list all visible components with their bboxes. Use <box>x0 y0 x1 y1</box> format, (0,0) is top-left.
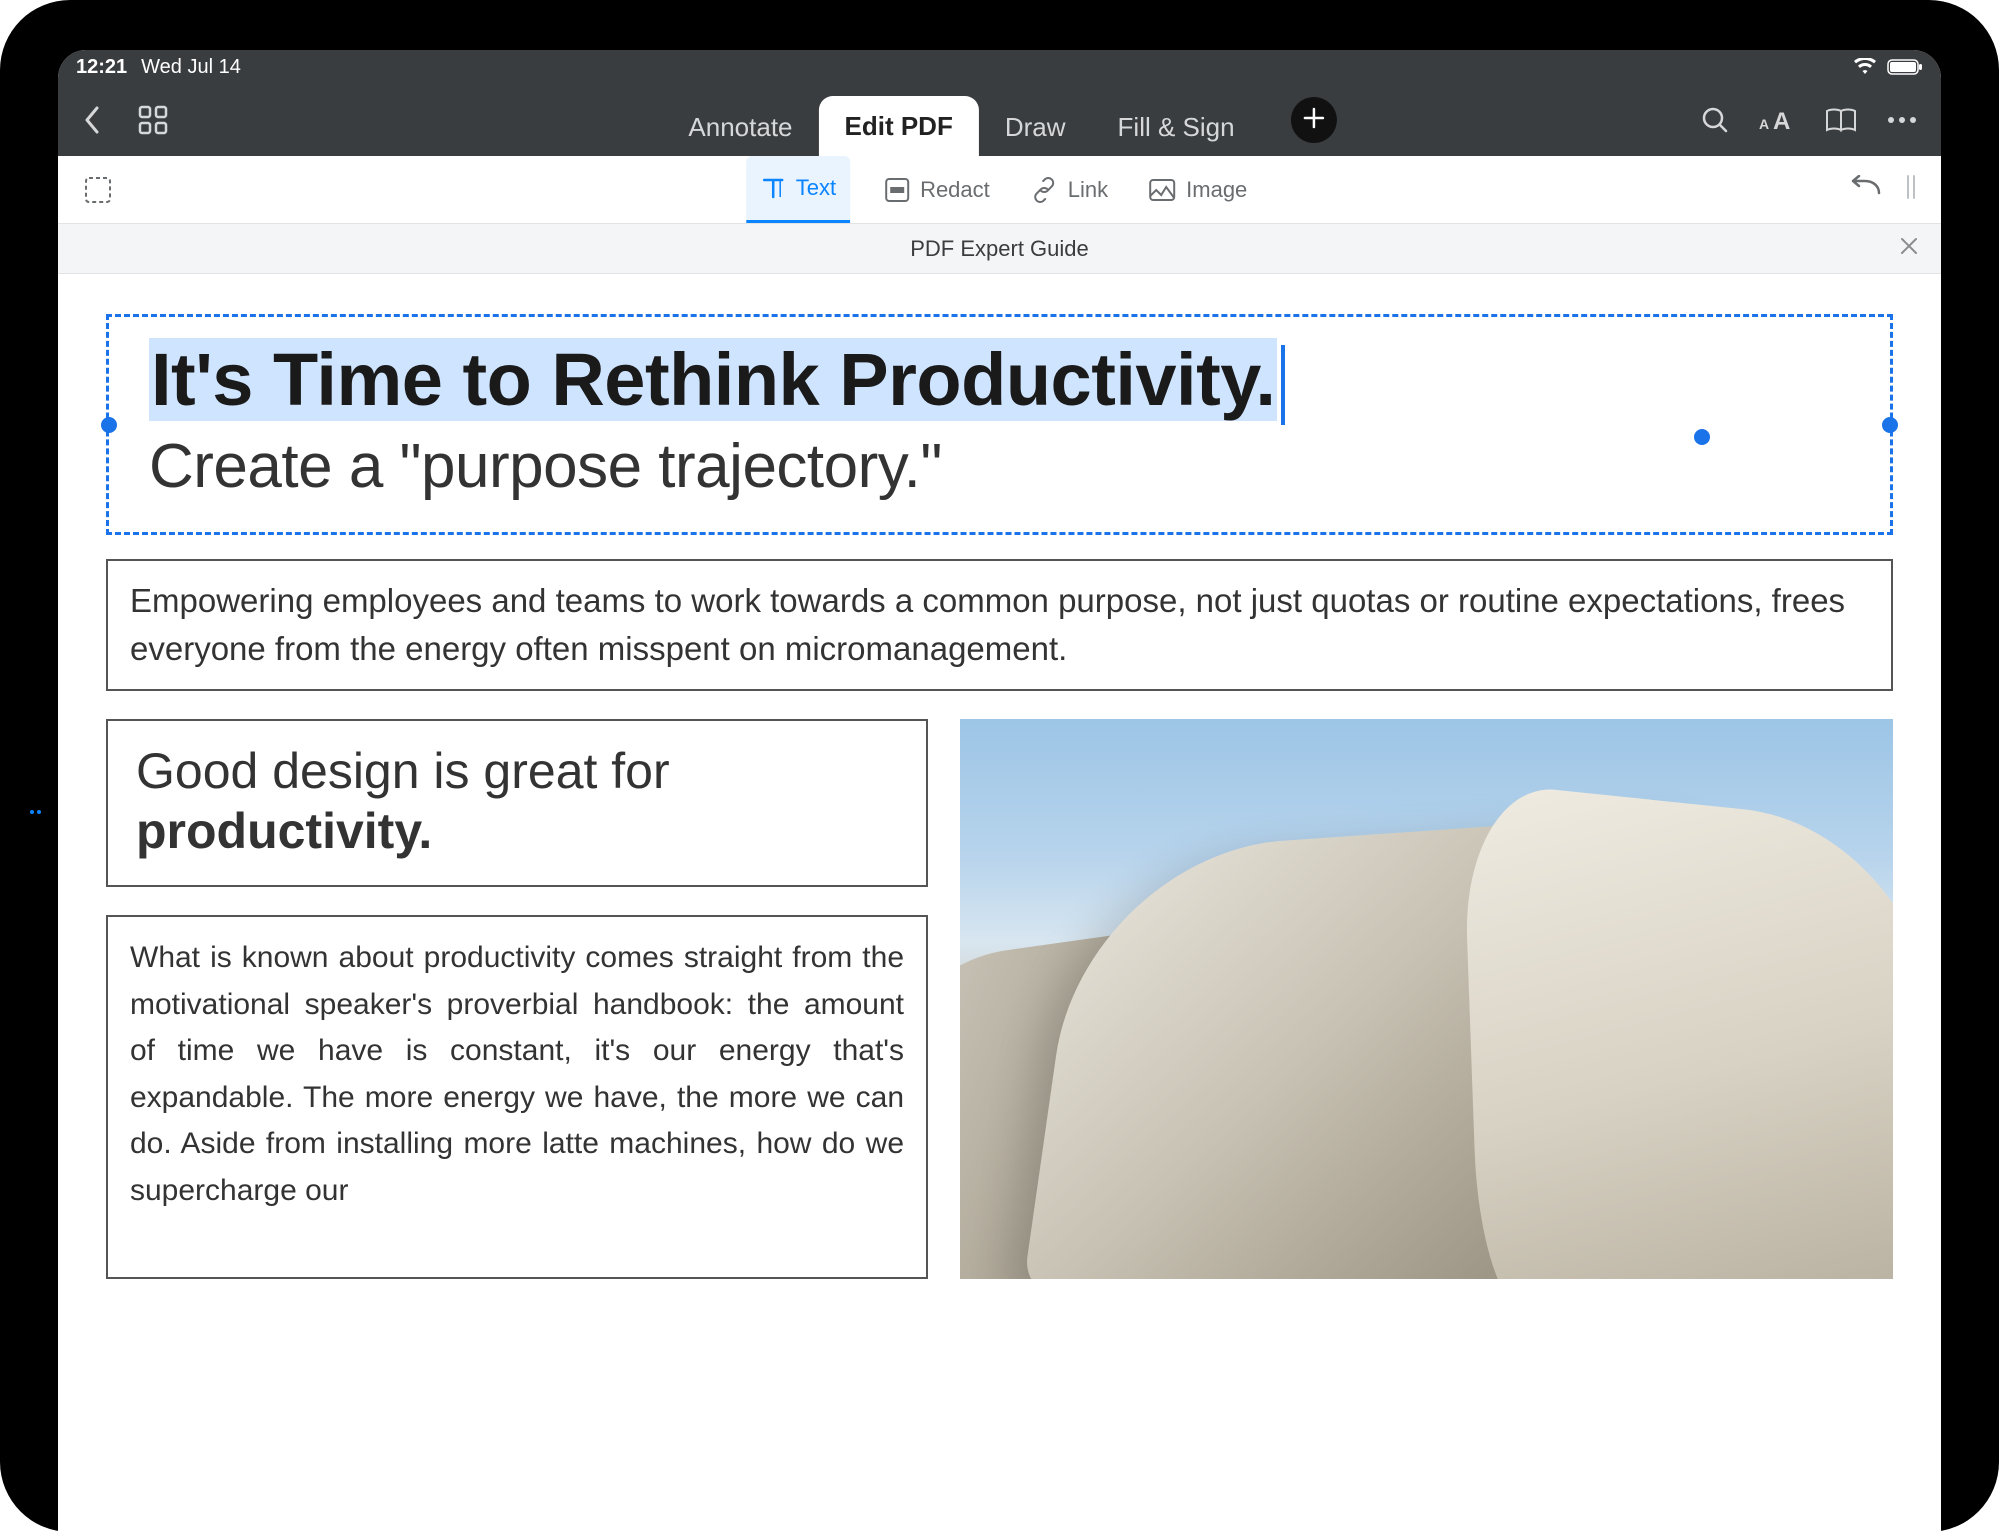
tool-redact[interactable]: Redact <box>878 156 996 223</box>
tab-label: Draw <box>1005 112 1066 143</box>
document-title: PDF Expert Guide <box>910 236 1089 262</box>
selection-handle[interactable] <box>1882 417 1898 433</box>
body-paragraph-box[interactable]: What is known about productivity comes s… <box>106 915 928 1279</box>
plus-icon <box>1303 103 1325 137</box>
svg-text:A: A <box>1759 116 1769 132</box>
selection-handle[interactable] <box>1694 429 1710 445</box>
top-toolbar: Annotate Edit PDF Draw Fill & Sign <box>58 84 1941 156</box>
book-icon[interactable] <box>1825 107 1857 133</box>
tab-label: Edit PDF <box>845 111 953 142</box>
status-date: Wed Jul 14 <box>141 56 241 79</box>
intro-paragraph: Empowering employees and teams to work t… <box>130 577 1869 673</box>
design-heading-prefix: Good design is great for <box>136 743 670 799</box>
design-heading-box[interactable]: Good design is great for productivity. <box>106 719 928 887</box>
article-image[interactable] <box>960 719 1893 1279</box>
selection-handle[interactable] <box>101 417 117 433</box>
divider-handle-icon[interactable] <box>1905 174 1917 205</box>
more-icon[interactable] <box>1887 116 1917 124</box>
tab-fill-sign[interactable]: Fill & Sign <box>1092 98 1261 156</box>
grid-icon[interactable] <box>138 105 168 135</box>
add-tab-button[interactable] <box>1291 97 1337 143</box>
text-tool-icon <box>760 175 786 201</box>
tab-draw[interactable]: Draw <box>979 98 1092 156</box>
tab-edit-pdf[interactable]: Edit PDF <box>819 96 979 156</box>
link-tool-icon <box>1030 177 1058 203</box>
tool-link[interactable]: Link <box>1024 156 1114 223</box>
mode-tabs: Annotate Edit PDF Draw Fill & Sign <box>662 84 1336 156</box>
headline-text[interactable]: It's Time to Rethink Productivity. <box>149 337 1850 425</box>
tool-label: Image <box>1186 177 1247 203</box>
svg-text:A: A <box>1773 108 1790 133</box>
text-cursor <box>1281 345 1285 425</box>
wifi-icon <box>1853 58 1877 76</box>
highlighted-text: It's Time to Rethink Productivity. <box>149 338 1277 421</box>
battery-icon <box>1887 58 1923 76</box>
redact-tool-icon <box>884 177 910 203</box>
side-indicator-icon <box>30 810 44 824</box>
content-row: Good design is great for productivity. W… <box>106 719 1893 1279</box>
text-selection-box[interactable]: It's Time to Rethink Productivity. Creat… <box>106 314 1893 535</box>
design-heading: Good design is great for productivity. <box>136 741 898 861</box>
tab-label: Annotate <box>688 112 792 143</box>
close-document-button[interactable] <box>1899 235 1919 263</box>
intro-paragraph-box[interactable]: Empowering employees and teams to work t… <box>106 559 1893 691</box>
text-size-icon[interactable]: AA <box>1759 107 1795 133</box>
ipad-frame: 12:21 Wed Jul 14 <box>0 0 1999 1532</box>
search-icon[interactable] <box>1701 106 1729 134</box>
document-title-bar: PDF Expert Guide <box>58 224 1941 274</box>
tool-label: Link <box>1068 177 1108 203</box>
status-time: 12:21 <box>76 56 127 79</box>
edit-toolbar: Text Redact Link <box>58 156 1941 224</box>
screen: 12:21 Wed Jul 14 <box>58 50 1941 1532</box>
body-paragraph: What is known about productivity comes s… <box>130 935 904 1214</box>
tab-annotate[interactable]: Annotate <box>662 98 818 156</box>
tab-label: Fill & Sign <box>1118 112 1235 143</box>
tool-text[interactable]: Text <box>746 156 850 223</box>
document-canvas[interactable]: It's Time to Rethink Productivity. Creat… <box>58 274 1941 1532</box>
image-tool-icon <box>1148 178 1176 202</box>
tool-label: Redact <box>920 177 990 203</box>
subheadline-text[interactable]: Create a "purpose trajectory." <box>149 431 1850 502</box>
selection-tool-icon[interactable] <box>82 174 114 206</box>
status-bar: 12:21 Wed Jul 14 <box>58 50 1941 84</box>
back-button[interactable] <box>82 105 102 135</box>
undo-button[interactable] <box>1847 175 1883 204</box>
design-heading-bold: productivity. <box>136 803 432 859</box>
tool-image[interactable]: Image <box>1142 156 1253 223</box>
tool-label: Text <box>796 175 836 201</box>
